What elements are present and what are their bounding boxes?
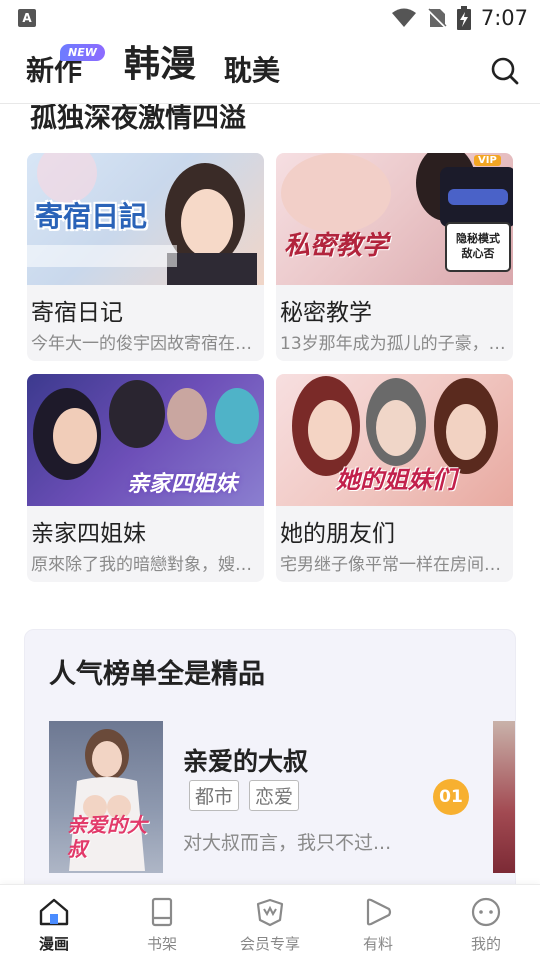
ranking-next-cover[interactable] <box>493 721 515 873</box>
bottom-navigation: 漫画 书架 会员专享 有料 我的 <box>0 884 540 960</box>
comic-title[interactable]: 秘密教学 <box>280 293 372 327</box>
comic-card[interactable]: 私密教学 VIP 隐秘模式 敌心否 秘密教学 13岁那年成为孤儿的子豪，… <box>276 153 513 361</box>
genre-tag[interactable]: 恋爱 <box>249 780 300 811</box>
nav-label: 漫画 <box>38 935 69 953</box>
comic-cover[interactable]: 亲家四姐妹 <box>27 374 264 506</box>
comic-cover[interactable]: 她的姐妹们 <box>276 374 513 506</box>
status-time: 7:07 <box>480 6 528 30</box>
status-bar: A 7:07 <box>0 0 540 36</box>
cover-title: 寄宿日記 <box>35 200 148 233</box>
wifi-icon <box>391 8 416 27</box>
cover-title: 亲爱的大叔 <box>67 813 147 861</box>
tab-korean[interactable]: 韩漫 <box>124 35 196 87</box>
comic-cover[interactable]: 寄宿日記 <box>27 153 264 285</box>
cover-vip-badge: VIP <box>474 155 501 166</box>
nav-label: 我的 <box>470 935 501 953</box>
vip-crown-icon <box>256 898 284 927</box>
profile-icon <box>471 897 501 927</box>
comic-card[interactable]: 寄宿日記 寄宿日记 今年大一的俊宇因故寄宿在… <box>27 153 264 361</box>
rank-number-badge: 01 <box>433 779 469 815</box>
status-icons: 7:07 <box>391 5 528 31</box>
cover-tag: 隐秘模式 敌心否 <box>456 232 500 260</box>
ranking-cover[interactable]: 亲爱的大叔 <box>49 721 163 873</box>
comic-cover[interactable]: 私密教学 VIP 隐秘模式 敌心否 <box>276 153 513 285</box>
cover-title: 私密教学 <box>284 231 389 261</box>
play-icon <box>366 898 392 926</box>
comic-description: 今年大一的俊宇因故寄宿在… <box>31 334 252 354</box>
new-badge: NEW <box>60 44 105 61</box>
cover-illustration <box>281 153 513 272</box>
genre-tag[interactable]: 都市 <box>189 780 240 811</box>
nav-feed[interactable]: 有料 <box>324 885 432 960</box>
search-icon[interactable] <box>490 56 520 86</box>
ranking-tags: 都市 恋爱 <box>189 780 300 811</box>
cover-title: 亲家四姐妹 <box>127 472 238 497</box>
comic-card[interactable]: 亲家四姐妹 亲家四姐妹 原來除了我的暗戀對象，嫂… <box>27 374 264 582</box>
comic-description: 原來除了我的暗戀對象，嫂… <box>31 555 252 575</box>
app-notification-icon: A <box>18 9 36 27</box>
nav-label: 有料 <box>362 935 393 953</box>
nav-label: 书架 <box>146 935 177 953</box>
ranking-title: 人气榜单全是精品 <box>49 659 265 690</box>
nav-bookshelf[interactable]: 书架 <box>108 885 216 960</box>
tab-bl[interactable]: 耽美 <box>224 49 280 89</box>
nav-vip[interactable]: 会员专享 <box>216 885 324 960</box>
battery-charging-icon <box>456 6 471 30</box>
nav-profile[interactable]: 我的 <box>432 885 540 960</box>
ranking-comic-title[interactable]: 亲爱的大叔 <box>183 742 308 778</box>
ranking-description: 对大叔而言，我只不过... <box>183 832 392 854</box>
top-tab-bar: 新作 NEW 韩漫 耽美 <box>0 36 540 104</box>
no-sim-icon <box>427 8 447 29</box>
comic-description: 13岁那年成为孤儿的子豪，… <box>280 334 506 354</box>
comic-title[interactable]: 亲家四姐妹 <box>31 514 146 548</box>
comic-title[interactable]: 她的朋友们 <box>280 514 395 548</box>
nav-comics[interactable]: 漫画 <box>0 885 108 960</box>
home-icon <box>39 898 69 926</box>
nav-label: 会员专享 <box>239 935 300 953</box>
comic-card[interactable]: 她的姐妹们 她的朋友们 宅男继子像平常一样在房间… <box>276 374 513 582</box>
comic-description: 宅男继子像平常一样在房间… <box>280 555 501 575</box>
bookshelf-icon <box>151 897 173 927</box>
cover-title: 她的姐妹们 <box>336 466 456 494</box>
comic-title[interactable]: 寄宿日记 <box>31 293 123 327</box>
